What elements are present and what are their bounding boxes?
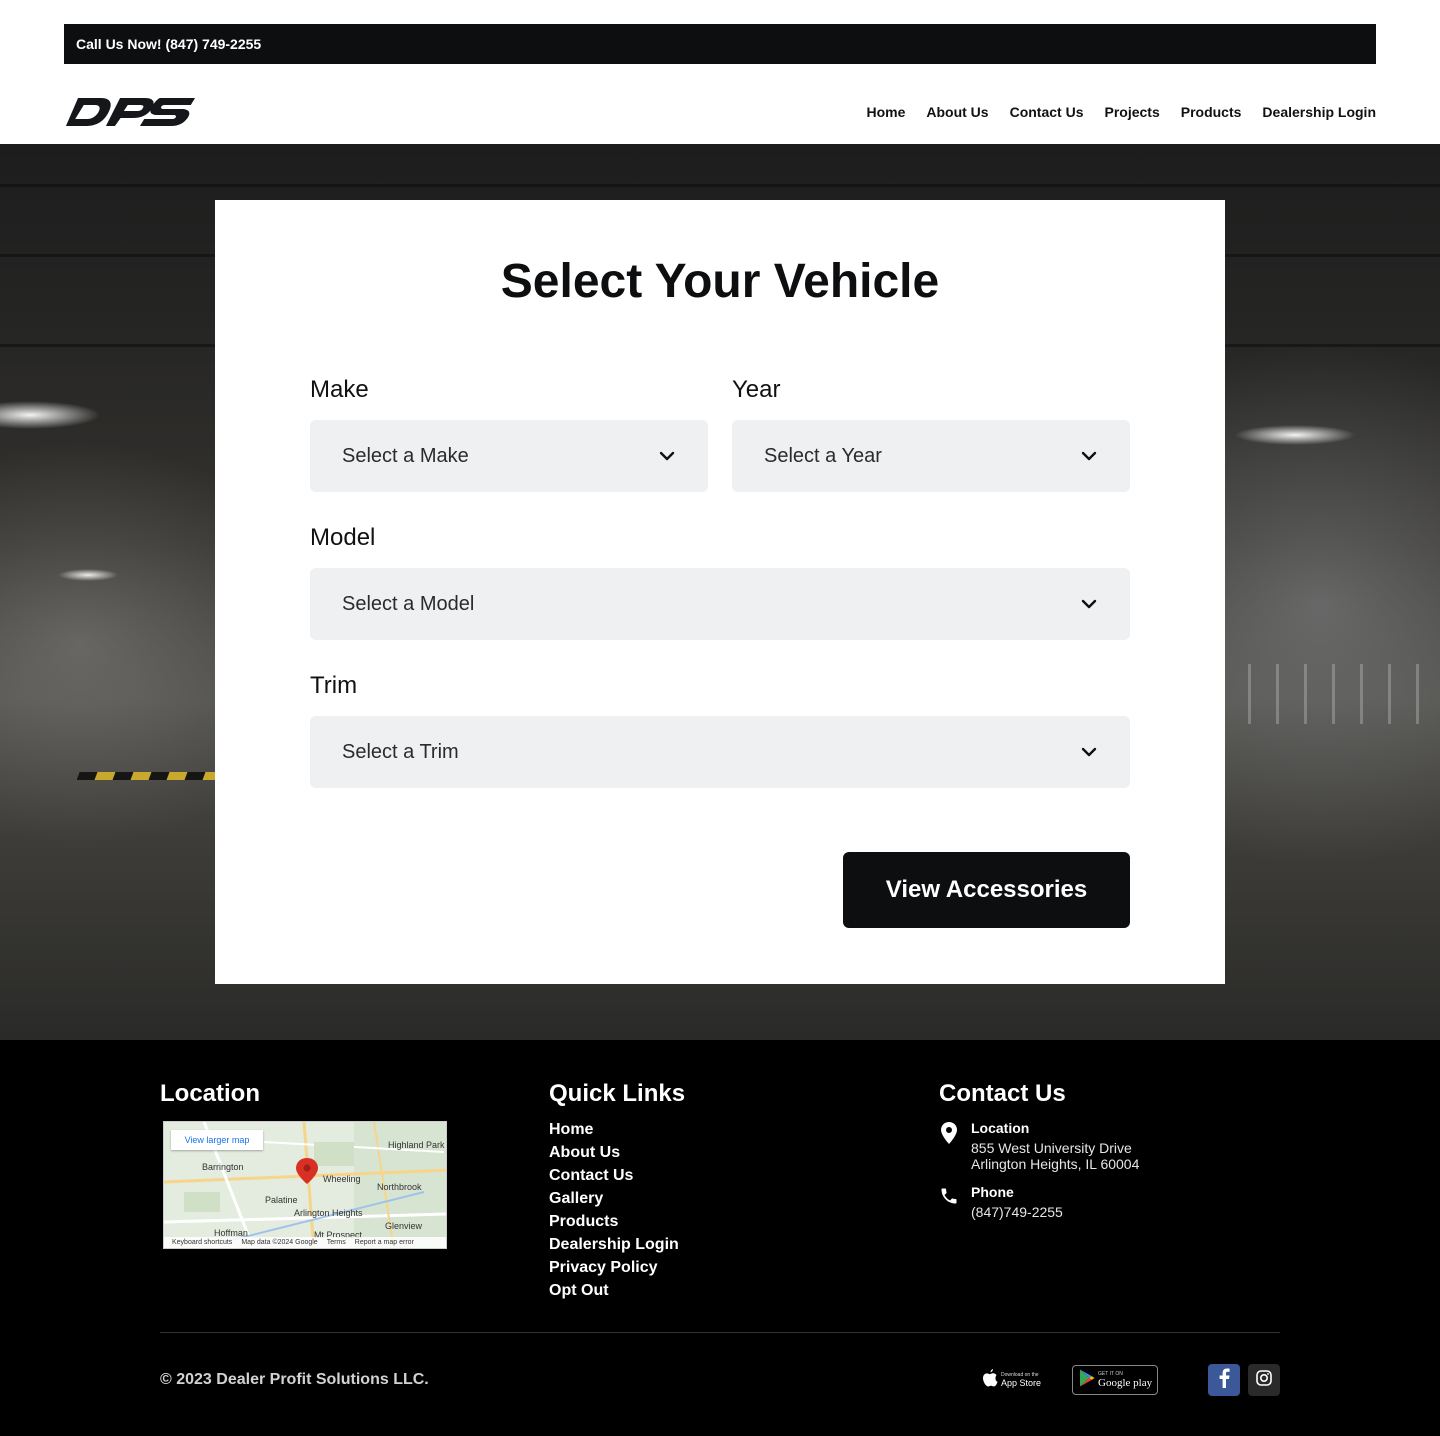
contact-phone-text: Phone (847)749-2255: [971, 1184, 1063, 1220]
model-select-value: Select a Model: [342, 592, 475, 615]
top-call-bar: Call Us Now! (847) 749-2255: [64, 24, 1376, 64]
location-map[interactable]: View larger map Highland Park Barrington…: [163, 1121, 447, 1249]
chevron-down-icon: [1080, 743, 1098, 761]
year-select[interactable]: Select a Year: [732, 420, 1130, 492]
site-footer: Location View larger map Highland Park B…: [0, 1040, 1440, 1436]
year-select-value: Select a Year: [764, 444, 882, 467]
copyright-text: © 2023 Dealer Profit Solutions LLC.: [160, 1371, 429, 1388]
nav-home[interactable]: Home: [866, 104, 905, 120]
map-keyboard-shortcuts-link[interactable]: Keyboard shortcuts: [172, 1239, 232, 1246]
footer-link-gallery[interactable]: Gallery: [549, 1189, 679, 1208]
facebook-icon: [1218, 1368, 1230, 1393]
page-title: Select Your Vehicle: [500, 255, 940, 308]
footer-link-home[interactable]: Home: [549, 1120, 679, 1139]
app-store-badge[interactable]: Download on the App Store: [980, 1368, 1048, 1392]
trim-select-value: Select a Trim: [342, 740, 459, 763]
footer-link-privacy-policy[interactable]: Privacy Policy: [549, 1258, 679, 1277]
google-play-big-text: Google play: [1098, 1377, 1153, 1389]
nav-products[interactable]: Products: [1181, 104, 1242, 120]
map-town-label: Palatine: [265, 1195, 298, 1205]
map-pin-icon: [939, 1120, 959, 1144]
contact-phone-title: Phone: [971, 1184, 1014, 1200]
google-play-text: GET IT ON Google play: [1098, 1371, 1152, 1389]
model-label: Model: [310, 524, 376, 551]
view-larger-map-link[interactable]: View larger map: [171, 1130, 263, 1150]
contact-location-title: Location: [971, 1120, 1030, 1136]
quick-links-list: Home About Us Contact Us Gallery Product…: [549, 1120, 679, 1300]
trim-select[interactable]: Select a Trim: [310, 716, 1130, 788]
make-select-value: Select a Make: [342, 444, 469, 467]
chevron-down-icon: [1080, 447, 1098, 465]
make-label: Make: [310, 376, 369, 403]
map-terms-link[interactable]: Terms: [327, 1239, 346, 1246]
year-label: Year: [732, 376, 781, 403]
footer-link-dealership-login[interactable]: Dealership Login: [549, 1235, 679, 1254]
map-report-error-link[interactable]: Report a map error: [355, 1239, 414, 1246]
map-town-label: Highland Park: [388, 1140, 445, 1150]
phone-number[interactable]: (847)749-2255: [971, 1204, 1063, 1220]
footer-quick-links-heading: Quick Links: [549, 1080, 686, 1107]
contact-location-text: Location 855 West University Drive Arlin…: [971, 1120, 1139, 1172]
nav-projects[interactable]: Projects: [1104, 104, 1159, 120]
dps-logo[interactable]: [64, 92, 200, 132]
footer-divider: [160, 1332, 1280, 1333]
trim-label: Trim: [310, 672, 358, 699]
footer-contact-heading: Contact Us: [939, 1080, 1066, 1107]
address-line-1: 855 West University Drive: [971, 1140, 1132, 1156]
site-header: Home About Us Contact Us Projects Produc…: [64, 80, 1376, 144]
footer-link-opt-out[interactable]: Opt Out: [549, 1281, 679, 1300]
nav-dealership-login[interactable]: Dealership Login: [1262, 104, 1376, 120]
contact-phone: Phone (847)749-2255: [939, 1184, 1063, 1220]
vehicle-select-card: Select Your Vehicle Make Select a Make Y…: [215, 200, 1225, 984]
instagram-icon: [1256, 1369, 1272, 1391]
make-select[interactable]: Select a Make: [310, 420, 708, 492]
map-town-label: Arlington Heights: [294, 1208, 363, 1218]
footer-link-products[interactable]: Products: [549, 1212, 679, 1231]
map-town-label: Wheeling: [323, 1174, 361, 1184]
map-town-label: Glenview: [385, 1221, 423, 1231]
facebook-link[interactable]: [1208, 1364, 1240, 1396]
map-data-attribution: Map data ©2024 Google: [241, 1239, 318, 1246]
map-town-label: Barrington: [202, 1162, 244, 1172]
google-play-icon: [1079, 1369, 1095, 1392]
speed-bump: [76, 772, 220, 780]
view-accessories-button[interactable]: View Accessories: [843, 852, 1130, 928]
chevron-down-icon: [1080, 595, 1098, 613]
call-us-text[interactable]: Call Us Now! (847) 749-2255: [76, 36, 261, 52]
map-attribution-bar: Keyboard shortcuts Map data ©2024 Google…: [164, 1237, 446, 1248]
railing: [1220, 664, 1440, 724]
nav-contact-us[interactable]: Contact Us: [1010, 104, 1084, 120]
contact-location: Location 855 West University Drive Arlin…: [939, 1120, 1139, 1172]
app-store-text: Download on the App Store: [1001, 1372, 1041, 1388]
phone-icon: [939, 1184, 959, 1206]
main-nav: Home About Us Contact Us Projects Produc…: [866, 104, 1376, 120]
footer-link-about-us[interactable]: About Us: [549, 1143, 679, 1162]
footer-location-heading: Location: [160, 1080, 260, 1107]
address-line-2: Arlington Heights, IL 60004: [971, 1156, 1140, 1172]
map-town-label: Northbrook: [377, 1182, 422, 1192]
nav-about-us[interactable]: About Us: [926, 104, 988, 120]
model-select[interactable]: Select a Model: [310, 568, 1130, 640]
ceiling-beam: [0, 184, 1440, 187]
google-play-badge[interactable]: GET IT ON Google play: [1072, 1365, 1158, 1395]
instagram-link[interactable]: [1248, 1364, 1280, 1396]
chevron-down-icon: [658, 447, 676, 465]
footer-link-contact-us[interactable]: Contact Us: [549, 1166, 679, 1185]
apple-icon: [982, 1368, 998, 1392]
app-store-big-text: App Store: [1001, 1378, 1042, 1388]
